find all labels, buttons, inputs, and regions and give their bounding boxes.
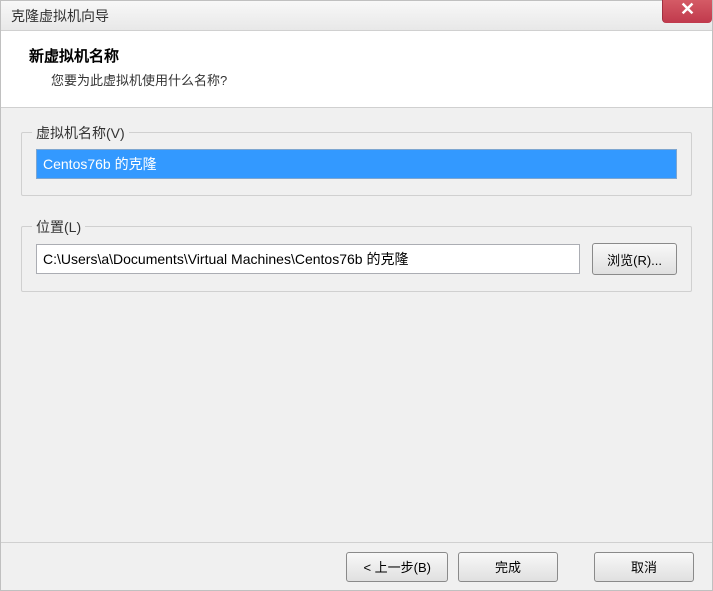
content-area: 虚拟机名称(V) 位置(L) 浏览(R)... — [1, 108, 712, 542]
location-fieldset: 位置(L) 浏览(R)... — [21, 226, 692, 292]
location-row: 浏览(R)... — [36, 243, 677, 275]
window-title: 克隆虚拟机向导 — [11, 6, 109, 26]
page-title: 新虚拟机名称 — [29, 45, 692, 66]
vm-name-label: 虚拟机名称(V) — [32, 123, 129, 143]
location-label: 位置(L) — [32, 217, 85, 237]
header-section: 新虚拟机名称 您要为此虚拟机使用什么名称? — [1, 31, 712, 108]
back-button[interactable]: < 上一步(B) — [346, 552, 448, 582]
vm-name-input[interactable] — [36, 149, 677, 179]
footer: < 上一步(B) 完成 取消 — [1, 542, 712, 590]
titlebar: 克隆虚拟机向导 ✕ — [1, 1, 712, 31]
vm-name-fieldset: 虚拟机名称(V) — [21, 132, 692, 196]
finish-button[interactable]: 完成 — [458, 552, 558, 582]
browse-button[interactable]: 浏览(R)... — [592, 243, 677, 275]
page-subtitle: 您要为此虚拟机使用什么名称? — [51, 70, 692, 89]
cancel-button[interactable]: 取消 — [594, 552, 694, 582]
location-input[interactable] — [36, 244, 580, 274]
close-button[interactable]: ✕ — [662, 0, 712, 23]
wizard-window: 克隆虚拟机向导 ✕ 新虚拟机名称 您要为此虚拟机使用什么名称? 虚拟机名称(V)… — [0, 0, 713, 591]
close-icon: ✕ — [680, 0, 695, 20]
